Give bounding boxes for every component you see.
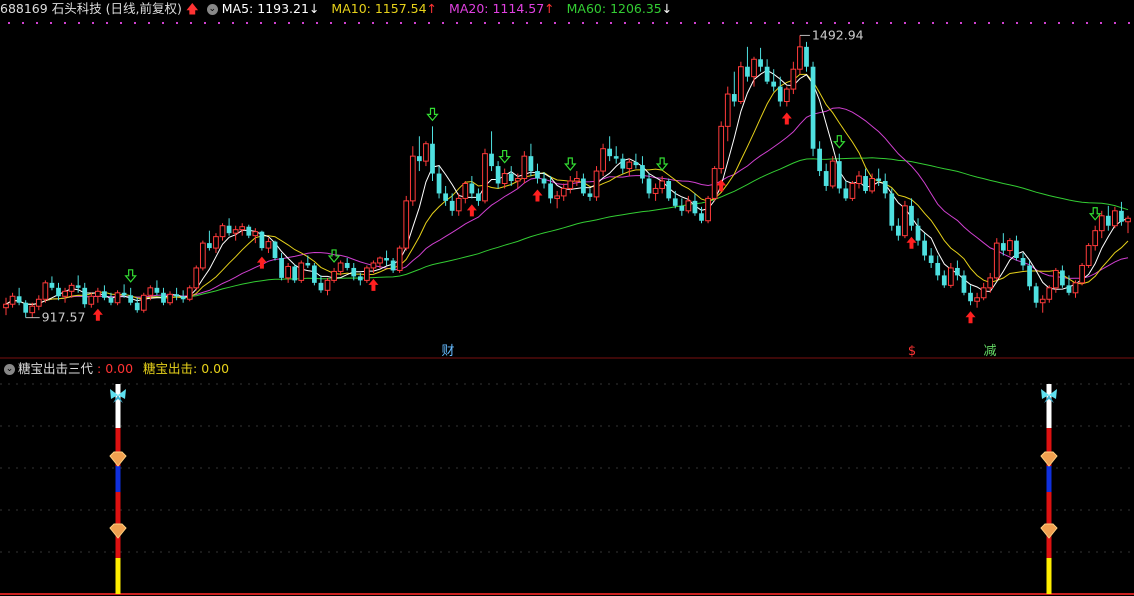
diamond-icon bbox=[1040, 451, 1058, 467]
signal-bar-white bbox=[115, 384, 121, 428]
signal-bar-white bbox=[1046, 384, 1052, 428]
ma-arrow-0: ↓ bbox=[308, 1, 320, 16]
indicator-value-2: 0.00 bbox=[201, 361, 230, 376]
ma-arrow-3: ↓ bbox=[661, 1, 673, 16]
chevron-down-icon[interactable]: ⌄ bbox=[206, 4, 218, 15]
diamond-icon bbox=[1040, 523, 1058, 539]
signal-bar-blue bbox=[115, 466, 121, 492]
up-arrow-icon: 🡅 bbox=[185, 1, 199, 16]
ma-label-2: MA20: 1114.57 bbox=[449, 1, 545, 16]
indicator-chart bbox=[0, 383, 1134, 595]
signal-bar-blue bbox=[1046, 466, 1052, 492]
signal-bar-yellow bbox=[115, 558, 121, 594]
diamond-icon bbox=[109, 451, 127, 467]
ma-label-0: MA5: 1193.21 bbox=[221, 1, 309, 16]
stock-title: 688169 石头科技 (日线,前复权) bbox=[0, 1, 182, 16]
chart-header: 688169 石头科技 (日线,前复权) 🡅 ⌄ MA5: 1193.21↓ MA10:… bbox=[0, 0, 1134, 18]
indicator-value-1: 0.00 bbox=[105, 361, 134, 376]
diamond-shape bbox=[109, 523, 127, 539]
ma-label-1: MA10: 1157.54 bbox=[331, 1, 427, 16]
ma-arrow-2: ↑ bbox=[544, 1, 555, 16]
diamond-shape bbox=[1040, 451, 1058, 467]
ma-label-3: MA60: 1206.35 bbox=[566, 1, 662, 16]
indicator-header: ⌄ 糖宝出击三代 : 0.00 糖宝出击: 0.00 bbox=[4, 361, 230, 376]
indicator-name-2: 糖宝出击: bbox=[143, 361, 198, 376]
indicator-name: 糖宝出击三代 bbox=[18, 361, 94, 376]
ma-arrow-1: ↑ bbox=[426, 1, 438, 16]
diamond-icon bbox=[109, 523, 127, 539]
signal-bar-yellow bbox=[1046, 558, 1052, 594]
ma-legend: MA5: 1193.21↓ MA10: 1157.54↑ MA20: 1114.57… bbox=[222, 1, 684, 16]
chevron-down-icon[interactable]: ⌄ bbox=[4, 364, 15, 375]
diamond-shape bbox=[109, 451, 127, 467]
diamond-shape bbox=[1040, 523, 1058, 539]
